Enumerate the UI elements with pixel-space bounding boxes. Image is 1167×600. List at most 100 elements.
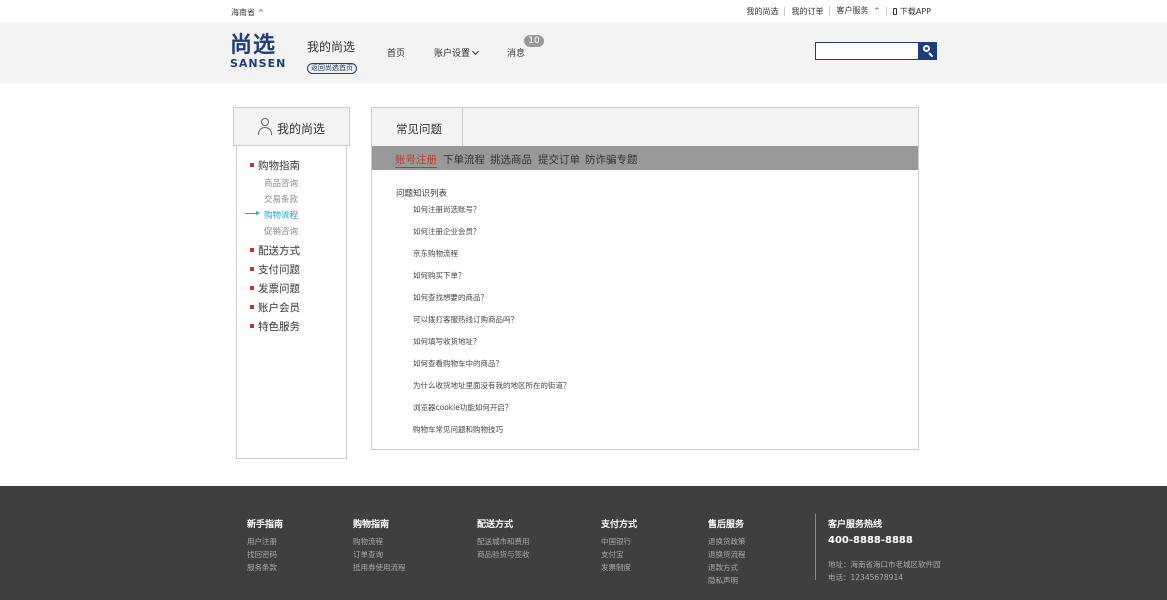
- top-links: 我的尚选 我的订单 客户服务 ^ 下载APP: [740, 6, 937, 16]
- question-link[interactable]: 可以拨打客服热线订购商品吗？: [413, 314, 518, 325]
- question-link[interactable]: 浏览器cookie功能如何开启？: [413, 402, 512, 413]
- question-link[interactable]: 如何注册尚选账号？: [413, 204, 481, 215]
- my-orders-link[interactable]: 我的订单: [784, 6, 829, 16]
- sidebar-item-label: 支付问题: [258, 264, 300, 276]
- faq-panel: 常见问题 账号注册 下单流程 挑选商品 提交订单 防诈骗专题 问题知识列表 如何…: [371, 107, 919, 450]
- search-button[interactable]: [919, 42, 937, 60]
- category-submit-order[interactable]: 提交订单: [538, 152, 580, 167]
- nav-account-label: 账户设置: [434, 49, 471, 59]
- footer-col-delivery: 配送方式 配送城市和费用 商品验货与签收: [477, 517, 530, 561]
- nav-messages[interactable]: 消息: [507, 46, 525, 59]
- footer-phone: 电话：12345678914: [828, 573, 903, 582]
- bullet-icon: [250, 305, 254, 309]
- category-order-process[interactable]: 下单流程: [443, 152, 485, 167]
- nav-home[interactable]: 首页: [387, 46, 405, 59]
- question-list-title: 问题知识列表: [396, 189, 448, 199]
- search-input[interactable]: [815, 42, 919, 60]
- category-bar: 账号注册 下单流程 挑选商品 提交订单 防诈骗专题: [372, 146, 918, 170]
- chevron-down-icon: [471, 47, 480, 56]
- user-icon: [257, 118, 273, 136]
- sidebar-item-shopping-guide[interactable]: 购物指南: [250, 158, 300, 173]
- my-sansen-title: 我的尚选: [307, 40, 356, 54]
- sidebar-sub-shopping-process[interactable]: 购物流程: [264, 209, 298, 221]
- nav-account-settings[interactable]: 账户设置: [434, 46, 480, 59]
- footer-col-shopping-guide: 购物指南 购物流程 订单查询 抵用券使用流程: [353, 517, 406, 574]
- footer-link[interactable]: 服务条款: [247, 561, 283, 574]
- sidebar-item-invoice[interactable]: 发票问题: [250, 281, 300, 296]
- sidebar-sub-product-inquiry[interactable]: 商品咨询: [264, 177, 298, 189]
- customer-service-link[interactable]: 客户服务 ^: [829, 6, 885, 16]
- question-link[interactable]: 如何查看购物车中的商品？: [413, 358, 503, 369]
- category-select-products[interactable]: 挑选商品: [490, 152, 532, 167]
- footer: 新手指南 用户注册 找回密码 服务条款 购物指南 购物流程 订单查询 抵用券使用…: [0, 486, 1167, 600]
- header: 尚选 SANSEN 我的尚选 返回尚选首页: [0, 22, 1167, 83]
- sidebar-item-membership[interactable]: 账户会员: [250, 300, 300, 315]
- search-icon: [923, 45, 930, 52]
- category-anti-fraud[interactable]: 防诈骗专题: [585, 152, 638, 167]
- sidebar-item-label: 账户会员: [258, 302, 300, 314]
- footer-link[interactable]: 发票制度: [601, 561, 637, 574]
- sidebar-header: 我的尚选: [233, 107, 350, 146]
- footer-link[interactable]: 购物流程: [353, 535, 406, 548]
- footer-col-title: 售后服务: [708, 520, 745, 530]
- question-link[interactable]: 如何购买下单？: [413, 270, 466, 281]
- footer-col-after-sales: 售后服务 退换货政策 退换货流程 退款方式 隐私声明: [708, 517, 746, 587]
- footer-col-title: 支付方式: [601, 520, 638, 530]
- message-count-badge: 10: [524, 35, 544, 47]
- footer-col-title: 新手指南: [247, 520, 284, 530]
- sidebar-item-payment[interactable]: 支付问题: [250, 262, 300, 277]
- footer-link[interactable]: 退款方式: [708, 561, 746, 574]
- logo-cn: 尚选: [230, 33, 277, 58]
- footer-link[interactable]: 退换货政策: [708, 535, 746, 548]
- question-link[interactable]: 京东购物流程: [413, 248, 458, 259]
- sidebar-sub-promotion-inquiry[interactable]: 促销咨询: [264, 225, 298, 237]
- my-sansen-header: 我的尚选 返回尚选首页: [307, 38, 357, 74]
- footer-link[interactable]: 退换货流程: [708, 548, 746, 561]
- download-app-link[interactable]: 下载APP: [885, 6, 937, 16]
- footer-link[interactable]: 支付宝: [601, 548, 637, 561]
- footer-hotline: 客户服务热线 400-8888-8888 地址：海南省海口市老城区软件园 电话：…: [828, 517, 941, 584]
- footer-link[interactable]: 隐私声明: [708, 574, 746, 587]
- sidebar-item-delivery[interactable]: 配送方式: [250, 243, 300, 258]
- sidebar-title: 我的尚选: [277, 122, 326, 136]
- phone-icon: [892, 7, 897, 15]
- bullet-icon: [250, 324, 254, 328]
- question-link[interactable]: 为什么收货地址里面没有我的地区所在的街道？: [413, 380, 571, 391]
- question-link[interactable]: 购物车常见问题和购物技巧: [413, 424, 503, 435]
- question-link[interactable]: 如何注册企业会员？: [413, 226, 481, 237]
- search-icon-handle: [928, 52, 934, 58]
- tab-faq[interactable]: 常见问题: [372, 108, 463, 147]
- region-selector[interactable]: 海南省 ^: [231, 7, 264, 18]
- sidebar-item-label: 特色服务: [258, 321, 300, 333]
- chevron-up-icon: ^: [874, 7, 880, 15]
- sidebar-sub-trade-terms[interactable]: 交易条款: [264, 193, 298, 205]
- back-home-button[interactable]: 返回尚选首页: [307, 63, 357, 74]
- question-link[interactable]: 如何查找想要的商品？: [413, 292, 488, 303]
- footer-link[interactable]: 找回密码: [247, 548, 283, 561]
- logo-en: SANSEN: [230, 57, 287, 70]
- footer-link[interactable]: 中国银行: [601, 535, 637, 548]
- footer-link[interactable]: 用户注册: [247, 535, 283, 548]
- top-bar: 海南省 ^ 我的尚选 我的订单 客户服务 ^ 下载APP: [0, 0, 1167, 22]
- logo[interactable]: 尚选 SANSEN: [230, 34, 294, 70]
- hotline-title: 客户服务热线: [828, 520, 883, 530]
- sidebar-item-special-services[interactable]: 特色服务: [250, 319, 300, 334]
- footer-link[interactable]: 商品验货与签收: [477, 548, 530, 561]
- footer-divider: [815, 514, 816, 580]
- customer-service-label: 客户服务: [836, 6, 869, 15]
- footer-col-beginners-guide: 新手指南 用户注册 找回密码 服务条款: [247, 517, 283, 574]
- active-arrow-icon: [245, 211, 260, 215]
- sidebar-item-label: 发票问题: [258, 283, 300, 295]
- footer-link[interactable]: 抵用券使用流程: [353, 561, 406, 574]
- category-account-registration[interactable]: 账号注册: [395, 152, 437, 168]
- bullet-icon: [250, 267, 254, 271]
- footer-col-payment: 支付方式 中国银行 支付宝 发票制度: [601, 517, 637, 574]
- footer-col-title: 购物指南: [353, 520, 390, 530]
- footer-link[interactable]: 订单查询: [353, 548, 406, 561]
- region-label: 海南省: [231, 8, 255, 17]
- question-link[interactable]: 如何填写收货地址？: [413, 336, 481, 347]
- bullet-icon: [250, 286, 254, 290]
- my-sansen-link[interactable]: 我的尚选: [740, 7, 784, 16]
- footer-link[interactable]: 配送城市和费用: [477, 535, 530, 548]
- sidebar-item-label: 购物指南: [258, 160, 300, 172]
